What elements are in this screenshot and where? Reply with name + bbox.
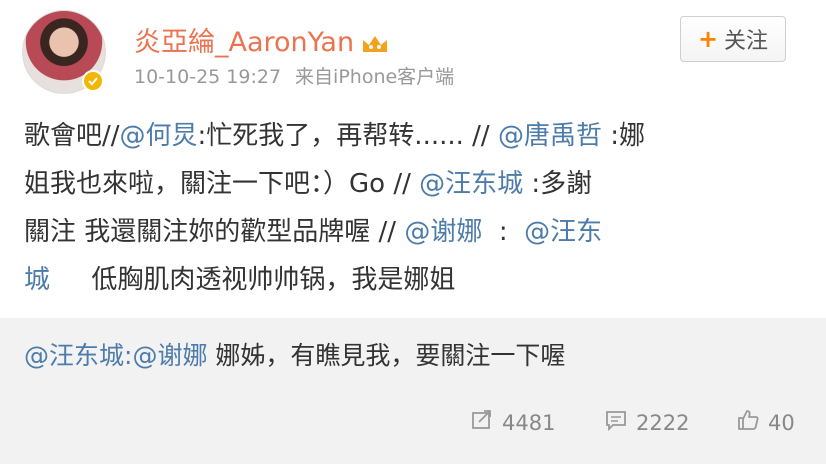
content-text: 關注 我還關注妳的歡型品牌喔 //	[24, 217, 405, 247]
mention-link[interactable]: @汪东城	[419, 169, 523, 199]
mention-link[interactable]: 城	[24, 265, 50, 295]
timestamp[interactable]: 10-10-25 19:27	[134, 66, 281, 88]
post-content: 歌會吧//@何炅:忙死我了，再帮转...... // @唐禹哲 :娜 姐我也來啦，…	[24, 112, 814, 304]
repost-text: @汪东城:@谢娜 娜姊，有瞧見我，要關注一下喔	[24, 336, 565, 372]
mention-link[interactable]: @何炅	[120, 121, 198, 151]
like-count: 40	[768, 410, 795, 435]
username[interactable]: 炎亞綸_AaronYan	[134, 20, 390, 59]
share-icon	[470, 408, 494, 437]
comment-action[interactable]: 2222	[604, 408, 689, 437]
verified-badge-icon	[82, 70, 104, 92]
content-line: 城 低胸肌肉透视帅帅锅，我是娜姐	[24, 256, 814, 304]
crown-icon	[360, 32, 390, 56]
mention-link[interactable]: @汪东	[524, 217, 602, 247]
comment-count: 2222	[636, 410, 690, 435]
content-text: 姐我也來啦，關注一下吧：）Go //	[24, 169, 420, 199]
post-source[interactable]: 来自iPhone客户端	[295, 66, 454, 88]
content-text: :	[482, 217, 525, 247]
content-text: :娜	[601, 121, 645, 151]
forward-action[interactable]: 4481	[470, 408, 555, 437]
repost-body: 娜姊，有瞧見我，要關注一下喔	[207, 341, 566, 370]
content-line: 歌會吧//@何炅:忙死我了，再帮转...... // @唐禹哲 :娜	[24, 112, 814, 160]
like-action[interactable]: 40	[736, 408, 795, 437]
post-meta: 10-10-25 19:27 来自iPhone客户端	[134, 62, 468, 89]
repost-mention-link[interactable]: @谢娜	[132, 341, 207, 370]
comment-icon	[604, 408, 628, 437]
content-text: 歌會吧//	[24, 121, 120, 151]
plus-icon: +	[697, 25, 719, 53]
content-text: 低胸肌肉透视帅帅锅，我是娜姐	[50, 265, 456, 295]
follow-button[interactable]: + 关注	[680, 16, 786, 62]
repost-area: @汪东城:@谢娜 娜姊，有瞧見我，要關注一下喔 4481 2222 40	[0, 318, 826, 464]
content-line: 姐我也來啦，關注一下吧：）Go // @汪东城 :多謝	[24, 160, 814, 208]
content-line: 關注 我還關注妳的歡型品牌喔 // @谢娜 : @汪东	[24, 208, 814, 256]
mention-link[interactable]: @唐禹哲	[498, 121, 602, 151]
mention-link[interactable]: @谢娜	[404, 217, 482, 247]
follow-button-label: 关注	[724, 29, 769, 54]
username-text[interactable]: 炎亞綸_AaronYan	[134, 27, 354, 58]
content-text: :忙死我了，再帮转...... //	[197, 121, 498, 151]
content-text: :多謝	[523, 169, 593, 199]
forward-count: 4481	[502, 410, 556, 435]
thumbs-up-icon	[736, 408, 760, 437]
repost-author-link[interactable]: @汪东城	[24, 341, 124, 370]
